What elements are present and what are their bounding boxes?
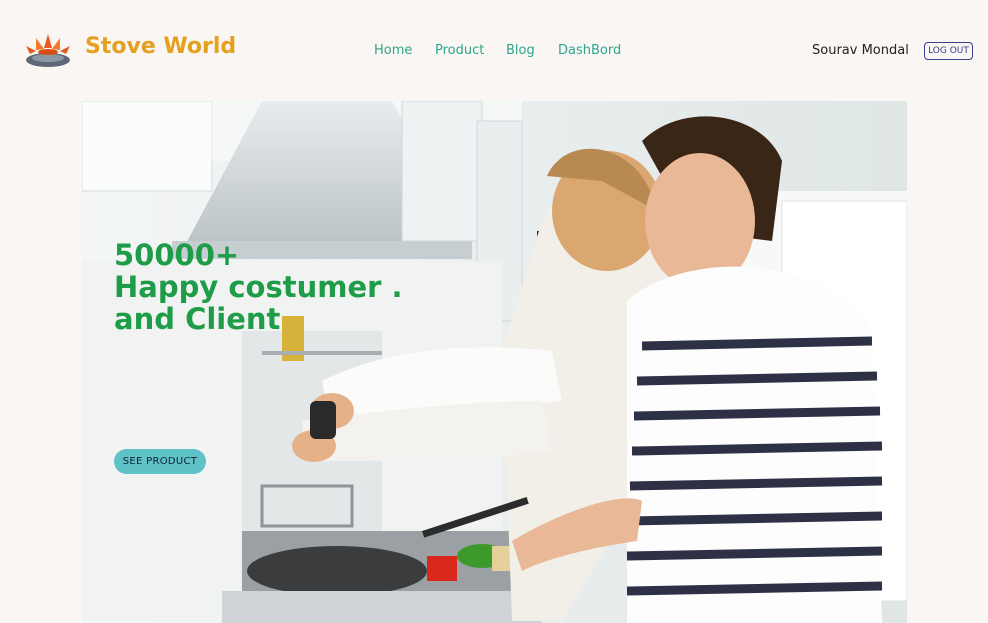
navbar: Stove World Home Product Blog DashBord S… [0,0,988,100]
nav-blog[interactable]: Blog [506,43,535,58]
brand-name[interactable]: Stove World [85,34,236,59]
hero-banner: 50000+ Happy costumer . and Client SEE P… [82,101,907,623]
hero-headline-line2: Happy costumer . [114,270,403,304]
logout-button[interactable]: LOG OUT [924,42,973,60]
user-name: Sourav Mondal [812,43,909,58]
couple-cooking-photo [82,101,907,623]
hero-headline-line1: 50000+ [114,238,240,272]
hero-headline-line3: and Client [114,302,281,336]
nav-dashboard[interactable]: DashBord [558,43,621,58]
hero-headline: 50000+ Happy costumer . and Client [114,239,414,335]
stove-burner-icon[interactable] [22,30,74,70]
nav-home[interactable]: Home [374,43,412,58]
nav-product[interactable]: Product [435,43,484,58]
see-product-button[interactable]: SEE PRODUCT [114,449,206,474]
